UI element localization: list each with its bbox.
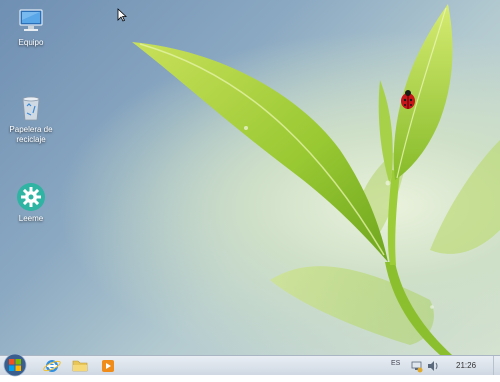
taskbar-clock[interactable]: 21:26 xyxy=(456,361,476,370)
taskbar-app-internet-explorer[interactable] xyxy=(41,357,63,374)
volume-icon[interactable] xyxy=(426,358,440,374)
windows-logo-icon xyxy=(3,353,27,377)
gear-icon xyxy=(16,182,46,212)
computer-icon xyxy=(16,6,46,36)
wallpaper-image xyxy=(132,4,500,355)
internet-explorer-icon xyxy=(43,360,61,372)
folder-icon xyxy=(72,360,88,372)
show-desktop-button[interactable] xyxy=(493,356,500,375)
desktop-icon-papelera[interactable]: Papelera de reciclaje xyxy=(1,93,61,145)
desktop-icon-label: Leeme xyxy=(18,214,44,223)
network-icon[interactable] xyxy=(410,358,424,374)
taskbar-app-media-player[interactable] xyxy=(97,357,119,374)
taskbar: ES 21:26 xyxy=(0,353,500,377)
desktop-icon-leeme[interactable]: Leeme xyxy=(1,182,61,224)
language-indicator[interactable]: ES xyxy=(391,360,400,367)
desktop-icon-label: Equipo xyxy=(18,38,44,47)
desktop-icon-equipo[interactable]: Equipo xyxy=(1,6,61,48)
media-player-icon xyxy=(102,360,114,372)
desktop[interactable]: Equipo Papelera de reciclaje Leeme xyxy=(0,0,500,355)
start-button[interactable] xyxy=(2,353,28,377)
mouse-cursor-icon xyxy=(117,8,127,22)
taskbar-app-explorer[interactable] xyxy=(69,357,91,374)
recycle-bin-icon xyxy=(16,93,46,123)
desktop-icon-label: Papelera de reciclaje xyxy=(9,125,53,144)
